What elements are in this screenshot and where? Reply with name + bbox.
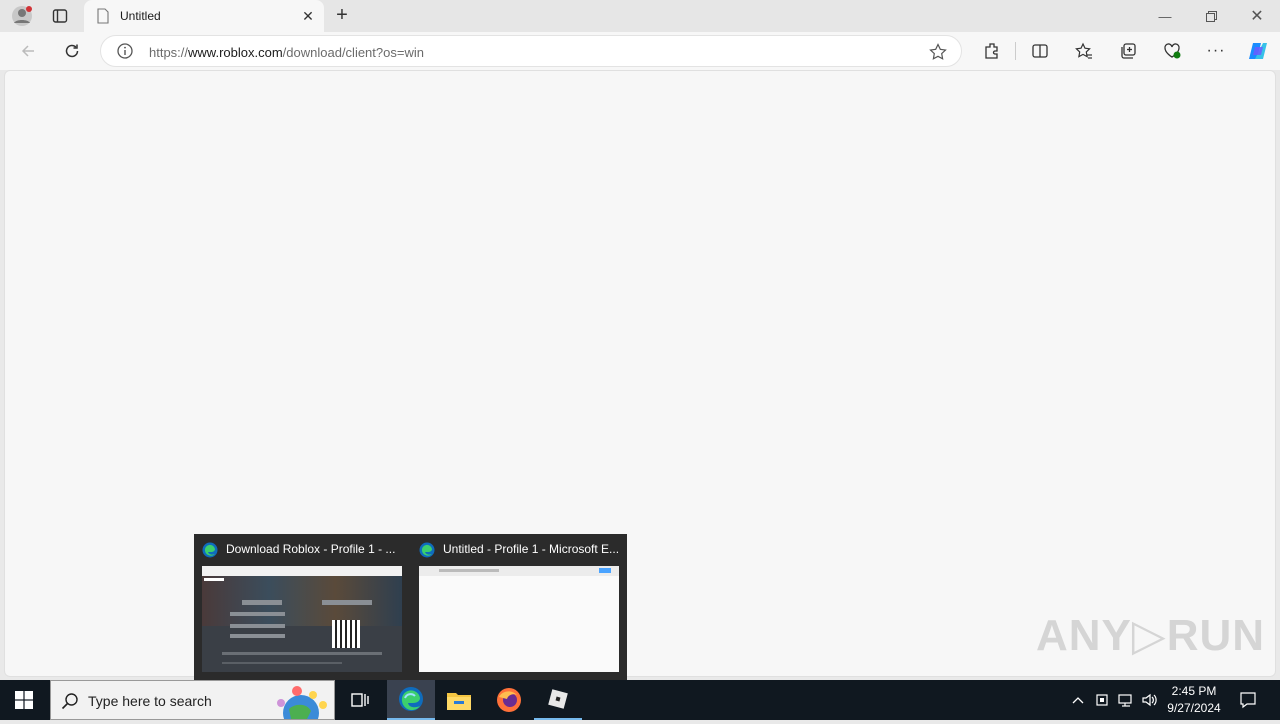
close-tab-icon[interactable]: ✕ (300, 8, 316, 24)
taskbar: Type here to search 2:45 PM 9/27/2024 (0, 680, 1280, 724)
tab-actions-icon[interactable] (46, 4, 74, 28)
task-view-icon[interactable] (336, 680, 384, 720)
edge-icon (202, 542, 218, 563)
search-icon (61, 692, 79, 715)
extensions-icon[interactable] (980, 39, 1004, 63)
minimize-button[interactable]: — (1142, 0, 1188, 32)
file-explorer-icon[interactable] (435, 680, 483, 720)
profile-icon[interactable] (8, 4, 36, 28)
notifications-icon[interactable] (1230, 680, 1266, 720)
favorite-star-icon[interactable] (929, 43, 947, 66)
restore-button[interactable] (1188, 0, 1234, 32)
collections-icon[interactable] (1116, 39, 1140, 63)
search-placeholder: Type here to search (88, 693, 212, 709)
thumbnail-untitled[interactable]: Untitled - Profile 1 - Microsoft E... (411, 534, 627, 680)
system-clock[interactable]: 2:45 PM 9/27/2024 (1160, 683, 1228, 717)
taskbar-thumbnail-popup: Download Roblox - Profile 1 - ... Untitl… (194, 534, 627, 680)
anyrun-watermark: ANY▷RUN (1036, 611, 1266, 660)
address-bar[interactable]: https://www.roblox.com/download/client?o… (100, 35, 962, 67)
more-options-icon[interactable]: ··· (1204, 39, 1228, 63)
refresh-icon[interactable] (60, 39, 84, 63)
browser-essentials-icon[interactable] (1160, 39, 1184, 63)
tab-strip: Untitled ✕ + — ✕ (0, 0, 1280, 32)
new-tab-button[interactable]: + (330, 4, 354, 28)
thumbnail-title: Download Roblox - Profile 1 - ... (226, 542, 396, 556)
clock-time: 2:45 PM (1171, 684, 1217, 698)
taskbar-search-box[interactable]: Type here to search (50, 680, 335, 724)
site-info-icon[interactable] (117, 43, 133, 64)
favorites-icon[interactable] (1072, 39, 1096, 63)
clock-date: 9/27/2024 (1167, 701, 1221, 715)
thumbnail-preview (419, 566, 619, 672)
tab-untitled[interactable]: Untitled ✕ (84, 0, 324, 32)
windows-start-icon[interactable] (0, 680, 48, 720)
taskbar-edge-icon[interactable] (387, 680, 435, 720)
search-highlight-icon (261, 683, 333, 724)
copilot-icon[interactable] (1246, 39, 1270, 63)
thumbnail-download-roblox[interactable]: Download Roblox - Profile 1 - ... (194, 534, 410, 680)
address-url: https://www.roblox.com/download/client?o… (149, 45, 424, 60)
split-screen-icon[interactable] (1028, 39, 1052, 63)
thumbnail-preview (202, 566, 402, 672)
toolbar-divider (1015, 42, 1016, 60)
toolbar: https://www.roblox.com/download/client?o… (0, 32, 1280, 70)
roblox-icon[interactable] (534, 680, 582, 720)
firefox-icon[interactable] (485, 680, 533, 720)
close-window-button[interactable]: ✕ (1234, 0, 1280, 32)
edge-icon (419, 542, 435, 563)
tab-title: Untitled (120, 9, 161, 23)
thumbnail-title: Untitled - Profile 1 - Microsoft E... (443, 542, 620, 556)
page-icon (96, 8, 110, 29)
back-icon[interactable] (16, 39, 40, 63)
